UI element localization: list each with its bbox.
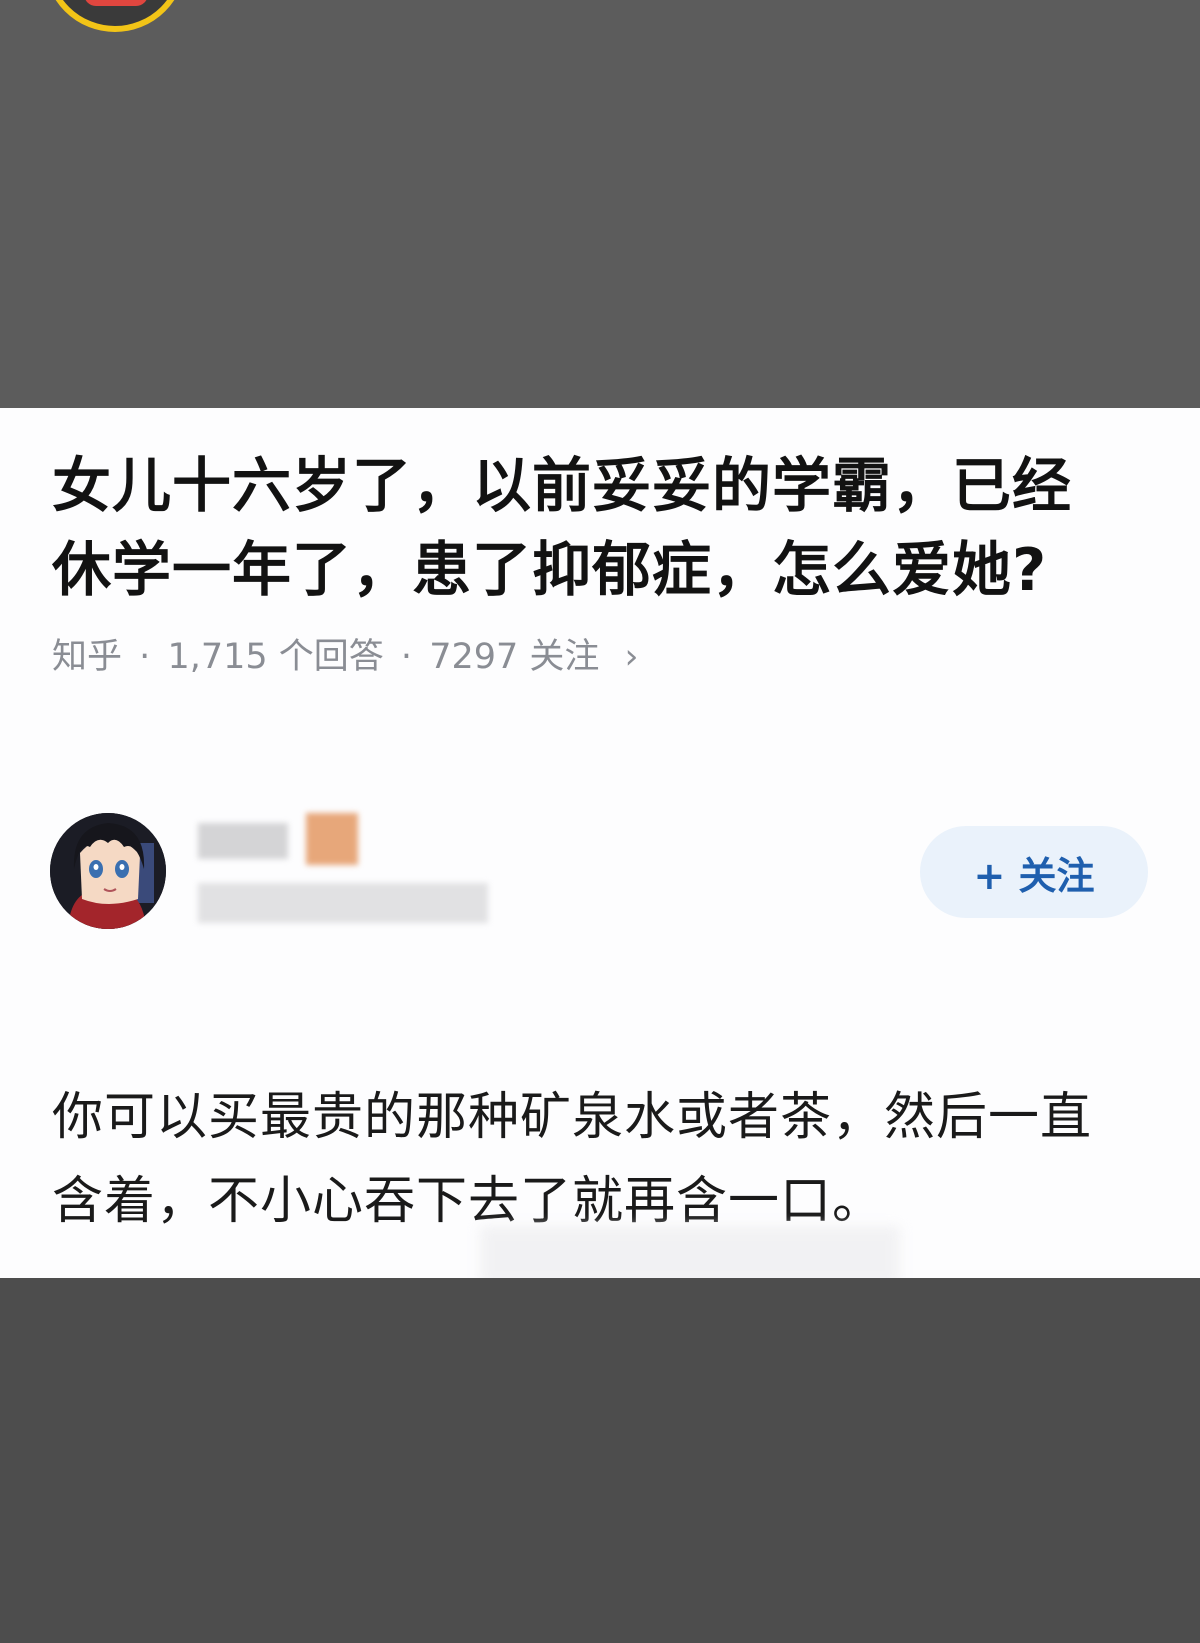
answer-count: 1,715 个回答 [167, 637, 384, 677]
follow-button[interactable]: + 关注 [920, 826, 1148, 918]
chevron-right-icon: › [624, 637, 639, 677]
author-bio-redacted [198, 883, 488, 923]
author-badge-redacted [306, 813, 358, 865]
caption-redacted [480, 1226, 900, 1278]
video-top-area [0, 0, 1200, 408]
source-label: 知乎 [52, 637, 123, 677]
question-meta[interactable]: 知乎 · 1,715 个回答 · 7297 关注 › [52, 628, 639, 679]
channel-avatar-badge [84, 0, 148, 6]
video-bottom-area [0, 1278, 1200, 1643]
channel-avatar-icon[interactable] [44, 0, 186, 32]
meta-separator: · [400, 637, 413, 677]
meta-separator: · [139, 637, 151, 677]
anime-avatar-icon [50, 813, 166, 929]
author-name-redacted[interactable] [198, 823, 288, 859]
author-avatar[interactable] [50, 813, 166, 929]
answer-text[interactable]: 你可以买最贵的那种矿泉水或者茶，然后一直含着，不小心吞下去了就再含一口。 [52, 1076, 1132, 1244]
question-title[interactable]: 女儿十六岁了，以前妥妥的学霸，已经休学一年了，患了抑郁症，怎么爱她? [52, 444, 1112, 612]
zhihu-question-card: 女儿十六岁了，以前妥妥的学霸，已经休学一年了，患了抑郁症，怎么爱她? 知乎 · … [0, 408, 1200, 1278]
follower-count: 7297 关注 [429, 637, 600, 677]
